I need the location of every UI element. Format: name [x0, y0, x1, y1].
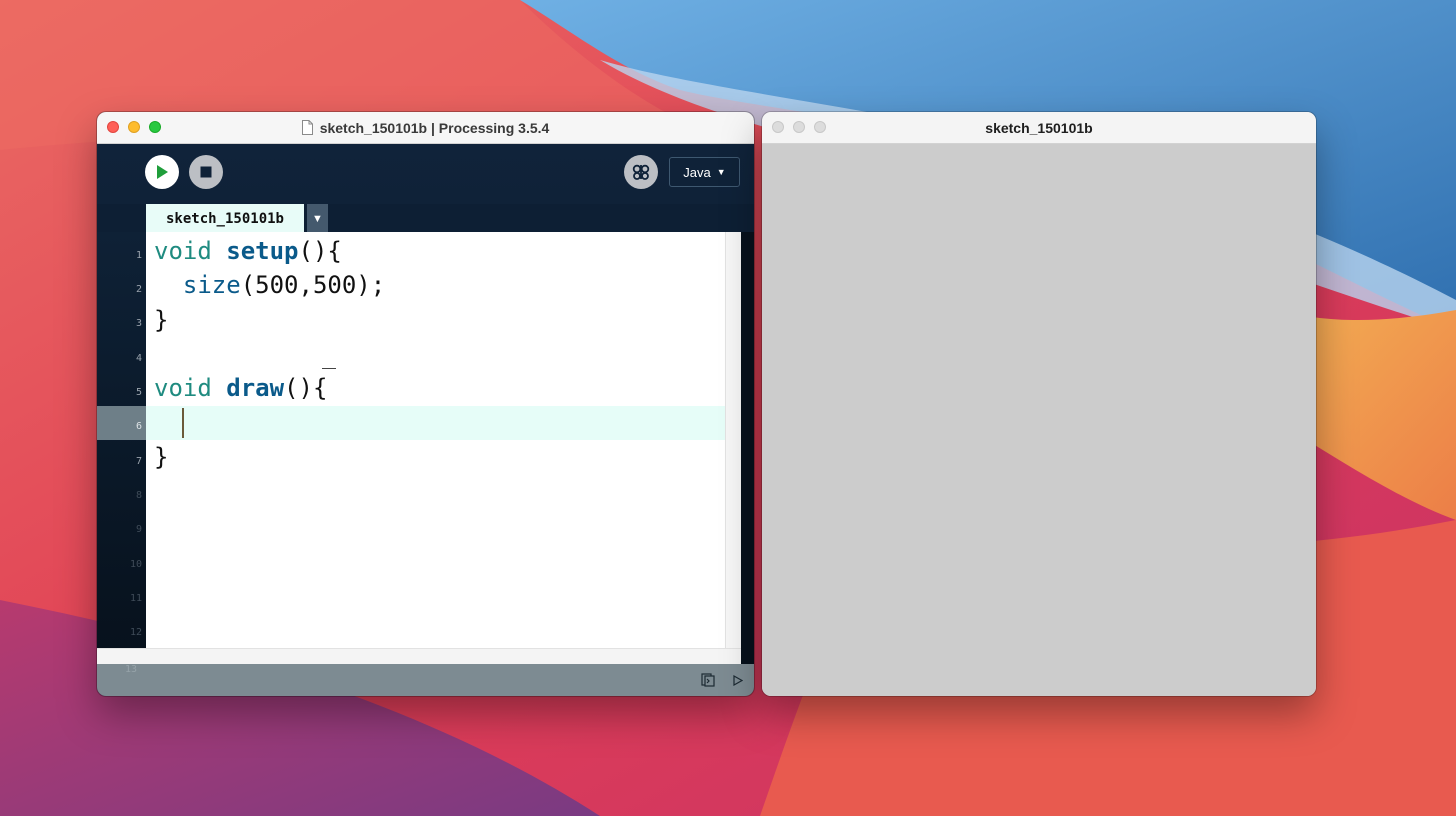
line-number: 6: [135, 421, 142, 432]
text-caret: [182, 408, 184, 438]
sketch-canvas[interactable]: [762, 144, 1316, 696]
line-number: 12: [129, 627, 142, 638]
code-line: void draw(){: [154, 374, 328, 402]
line-number: 3: [135, 318, 142, 329]
line-number: 11: [129, 593, 142, 604]
minimize-window-button[interactable]: [793, 121, 805, 133]
zoom-window-button[interactable]: [149, 121, 161, 133]
editor-toolbar: Java ▼: [97, 144, 754, 204]
line-number: 13: [125, 664, 138, 675]
window-controls: [107, 121, 161, 133]
window-title: sketch_150101b | Processing 3.5.4: [319, 119, 550, 136]
stop-icon: [200, 166, 212, 178]
play-icon: [157, 165, 168, 179]
line-number-gutter: 1 2 3 4 5 6 7 8 9 10 11 12: [97, 232, 146, 664]
code-text-area[interactable]: void setup(){ size(500,500); } void draw…: [146, 232, 725, 648]
zoom-window-button[interactable]: [814, 121, 826, 133]
document-icon: [301, 120, 313, 135]
editor-right-edge: [741, 232, 754, 664]
line-number: 2: [135, 284, 142, 295]
close-window-button[interactable]: [107, 121, 119, 133]
processing-editor-window: sketch_150101b | Processing 3.5.4 Java ▼…: [97, 112, 754, 696]
chevron-down-icon: ▼: [716, 167, 726, 177]
tab-menu-button[interactable]: ▼: [307, 204, 328, 233]
minimize-window-button[interactable]: [128, 121, 140, 133]
code-line: }: [154, 443, 169, 471]
code-line: size(500,500);: [182, 271, 386, 299]
line-number: 8: [135, 490, 142, 501]
window-controls: [772, 121, 826, 133]
line-number: 5: [135, 387, 142, 398]
line-number: 4: [135, 353, 142, 364]
horizontal-scrollbar[interactable]: [97, 648, 741, 664]
vertical-scrollbar[interactable]: [725, 232, 742, 648]
close-window-button[interactable]: [772, 121, 784, 133]
sketch-output-window: sketch_150101b: [762, 112, 1316, 696]
sketch-window-title: sketch_150101b: [985, 119, 1093, 136]
line-number: 7: [135, 456, 142, 467]
code-editor: 1 2 3 4 5 6 7 8 9 10 11 12 void setup(){…: [97, 232, 754, 664]
mode-label: Java: [683, 164, 711, 180]
errors-icon[interactable]: [733, 675, 743, 686]
status-bar: 13: [97, 664, 754, 696]
editor-titlebar[interactable]: sketch_150101b | Processing 3.5.4: [97, 112, 754, 144]
console-icon[interactable]: [701, 673, 715, 687]
sketch-titlebar[interactable]: sketch_150101b: [762, 112, 1316, 144]
butterfly-debug-icon: [632, 164, 650, 180]
code-line: }: [154, 306, 169, 334]
line-number: 1: [135, 250, 142, 261]
stop-button[interactable]: [189, 155, 223, 189]
sketch-tabs: sketch_150101b ▼: [97, 204, 754, 233]
line-number: 9: [135, 524, 142, 535]
current-line-highlight: [146, 406, 725, 440]
tab-sketch-150101b[interactable]: sketch_150101b: [146, 204, 304, 233]
line-number: 10: [129, 559, 142, 570]
code-line: void setup(){: [154, 237, 342, 265]
debug-button[interactable]: [624, 155, 658, 189]
mode-selector[interactable]: Java ▼: [669, 157, 740, 187]
bracket-match-marker: [322, 368, 336, 369]
run-button[interactable]: [145, 155, 179, 189]
